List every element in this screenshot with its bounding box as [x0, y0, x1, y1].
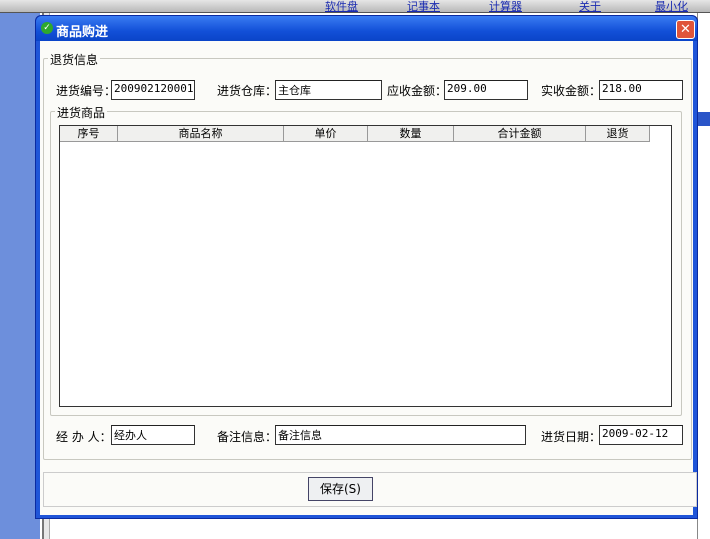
goods-legend: 进货商品 — [55, 104, 108, 121]
goods-table[interactable]: 序号 商品名称 单价 数量 合计金额 退货 — [59, 125, 672, 407]
column-header-total[interactable]: 合计金额 — [454, 126, 586, 141]
background-selection — [698, 112, 710, 126]
notepad-link[interactable]: 记事本 — [407, 0, 440, 14]
background-window — [697, 13, 710, 539]
purchase-no-field[interactable]: 200902120001 — [111, 80, 195, 100]
title-bar[interactable]: ✓ 商品购进 ✕ — [36, 16, 697, 41]
dialog-title: 商品购进 — [56, 25, 109, 40]
soft-keyboard-link[interactable]: 软件盘 — [325, 0, 358, 14]
save-button[interactable]: 保存(S) — [308, 477, 373, 501]
column-header-index[interactable]: 序号 — [60, 126, 118, 141]
date-field[interactable]: 2009-02-12 — [599, 425, 683, 445]
purchase-no-label: 进货编号： — [56, 84, 117, 98]
table-header: 序号 商品名称 单价 数量 合计金额 退货 — [60, 126, 650, 142]
column-header-price[interactable]: 单价 — [284, 126, 368, 141]
check-icon: ✓ — [41, 22, 53, 34]
close-icon[interactable]: ✕ — [676, 20, 695, 39]
warehouse-field[interactable]: 主仓库 — [275, 80, 382, 100]
note-label: 备注信息： — [217, 430, 278, 444]
column-header-name[interactable]: 商品名称 — [118, 126, 284, 141]
column-header-return[interactable]: 退货 — [586, 126, 650, 141]
warehouse-label: 进货仓库： — [217, 84, 278, 98]
top-menu-bar: 软件盘 记事本 计算器 关于 最小化 — [0, 0, 710, 13]
background-sidebar — [0, 13, 40, 539]
note-field[interactable]: 备注信息 — [275, 425, 526, 445]
handler-label: 经 办 人： — [56, 430, 112, 444]
received-field[interactable]: 218.00 — [599, 80, 683, 100]
minimize-link[interactable]: 最小化 — [655, 0, 688, 14]
date-label: 进货日期： — [541, 430, 602, 444]
received-label: 实收金额： — [541, 84, 602, 98]
column-header-quantity[interactable]: 数量 — [368, 126, 454, 141]
handler-field[interactable]: 经办人 — [111, 425, 195, 445]
receivable-label: 应收金额： — [387, 84, 448, 98]
calculator-link[interactable]: 计算器 — [489, 0, 522, 14]
about-link[interactable]: 关于 — [579, 0, 601, 14]
return-info-legend: 退货信息 — [48, 51, 101, 68]
receivable-field[interactable]: 209.00 — [444, 80, 528, 100]
